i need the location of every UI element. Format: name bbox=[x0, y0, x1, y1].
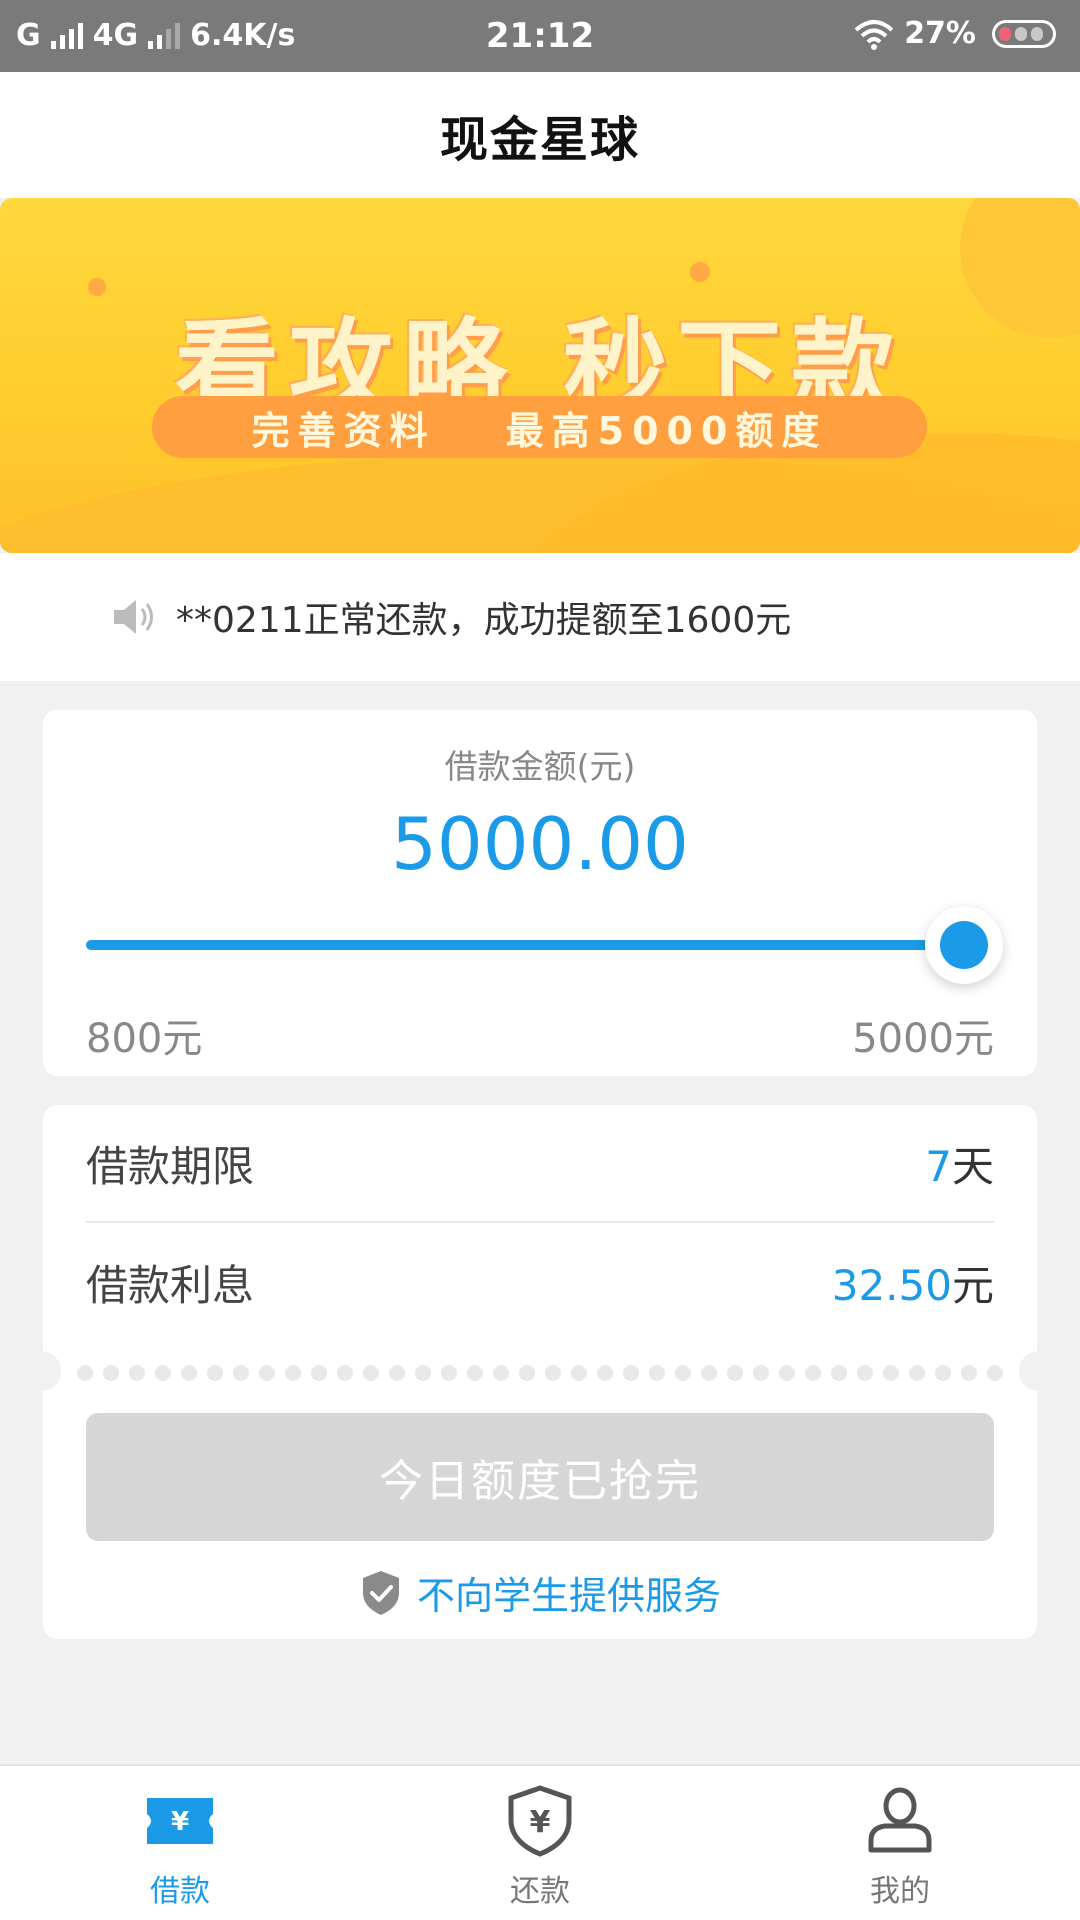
nav-label-mine: 我的 bbox=[870, 1874, 930, 1909]
nav-item-loan[interactable]: ¥ 借款 bbox=[80, 1766, 280, 1920]
bottom-nav: ¥ 借款 ¥ 还款 我的 bbox=[0, 1764, 1080, 1920]
loan-term-unit: 天 bbox=[951, 1141, 994, 1191]
loan-term-number: 7 bbox=[925, 1141, 952, 1191]
loan-term-value: 7天 bbox=[925, 1133, 994, 1194]
nav-item-mine[interactable]: 我的 bbox=[800, 1766, 1000, 1920]
loan-interest-value: 32.50元 bbox=[832, 1252, 994, 1313]
wifi-icon bbox=[854, 19, 894, 50]
svg-text:¥: ¥ bbox=[171, 1807, 189, 1837]
shield-yen-icon: ¥ bbox=[508, 1785, 572, 1857]
loan-term-label: 借款期限 bbox=[86, 1141, 255, 1191]
status-bar: G 4G 6.4K/s 21:12 27% bbox=[0, 0, 1080, 72]
status-right: 27% bbox=[854, 16, 1056, 51]
loan-interest-number: 32.50 bbox=[831, 1260, 952, 1310]
amount-label: 借款金额(元) bbox=[444, 747, 636, 786]
loan-ticket-icon: ¥ bbox=[147, 1798, 213, 1844]
page-title: 现金星球 bbox=[439, 112, 640, 168]
perforation-dots bbox=[77, 1365, 1003, 1381]
amount-slider-handle[interactable] bbox=[925, 906, 1003, 984]
loan-amount-card: 借款金额(元) 5000.00 800元 5000元 bbox=[43, 710, 1037, 1076]
battery-percent: 27% bbox=[904, 16, 976, 51]
amount-slider-track[interactable] bbox=[86, 940, 956, 950]
svg-text:¥: ¥ bbox=[530, 1805, 551, 1840]
person-icon bbox=[868, 1787, 932, 1853]
apply-button[interactable]: 今日额度已抢完 bbox=[86, 1413, 994, 1541]
loan-interest-row: 借款利息 32.50元 bbox=[86, 1223, 994, 1341]
notice-text: **0211正常还款，成功提额至1600元 bbox=[176, 600, 792, 641]
notice-bar: **0211正常还款，成功提额至1600元 bbox=[0, 553, 1080, 681]
banner-sub-left: 完善资料 bbox=[251, 408, 436, 453]
student-notice: 不向学生提供服务 bbox=[43, 1565, 1037, 1620]
notch-left bbox=[21, 1351, 61, 1391]
banner-dot-2 bbox=[690, 262, 710, 282]
loan-interest-unit: 元 bbox=[951, 1260, 994, 1310]
promo-banner[interactable]: 看攻略 秒下款 完善资料 最高5000额度 bbox=[0, 198, 1080, 553]
notch-right bbox=[1019, 1351, 1059, 1391]
loan-detail-card: 借款期限 7天 借款利息 32.50元 今日额度已抢完 不向学生提供服务 bbox=[21, 1105, 1059, 1639]
title-bar: 现金星球 bbox=[0, 72, 1080, 198]
battery-icon bbox=[992, 19, 1056, 48]
ticket-perforation bbox=[21, 1351, 1059, 1391]
nav-label-loan: 借款 bbox=[150, 1874, 210, 1909]
speaker-icon bbox=[114, 600, 153, 634]
banner-subtitle: 完善资料 最高5000额度 bbox=[152, 396, 927, 458]
amount-value: 5000.00 bbox=[391, 802, 689, 886]
banner-sub-right: 最高5000额度 bbox=[505, 408, 828, 453]
shield-check-icon bbox=[362, 1570, 399, 1615]
amount-min: 800元 bbox=[86, 1016, 203, 1062]
loan-term-row[interactable]: 借款期限 7天 bbox=[86, 1105, 994, 1223]
nav-label-repay: 还款 bbox=[510, 1874, 570, 1909]
app-root: G 4G 6.4K/s 21:12 27% 现金星球 看攻略 秒下款 完善资料 … bbox=[0, 0, 1080, 1920]
nav-item-repay[interactable]: ¥ 还款 bbox=[440, 1766, 640, 1920]
amount-max: 5000元 bbox=[852, 1016, 994, 1062]
loan-interest-label: 借款利息 bbox=[86, 1260, 255, 1310]
student-notice-text: 不向学生提供服务 bbox=[416, 1574, 721, 1618]
